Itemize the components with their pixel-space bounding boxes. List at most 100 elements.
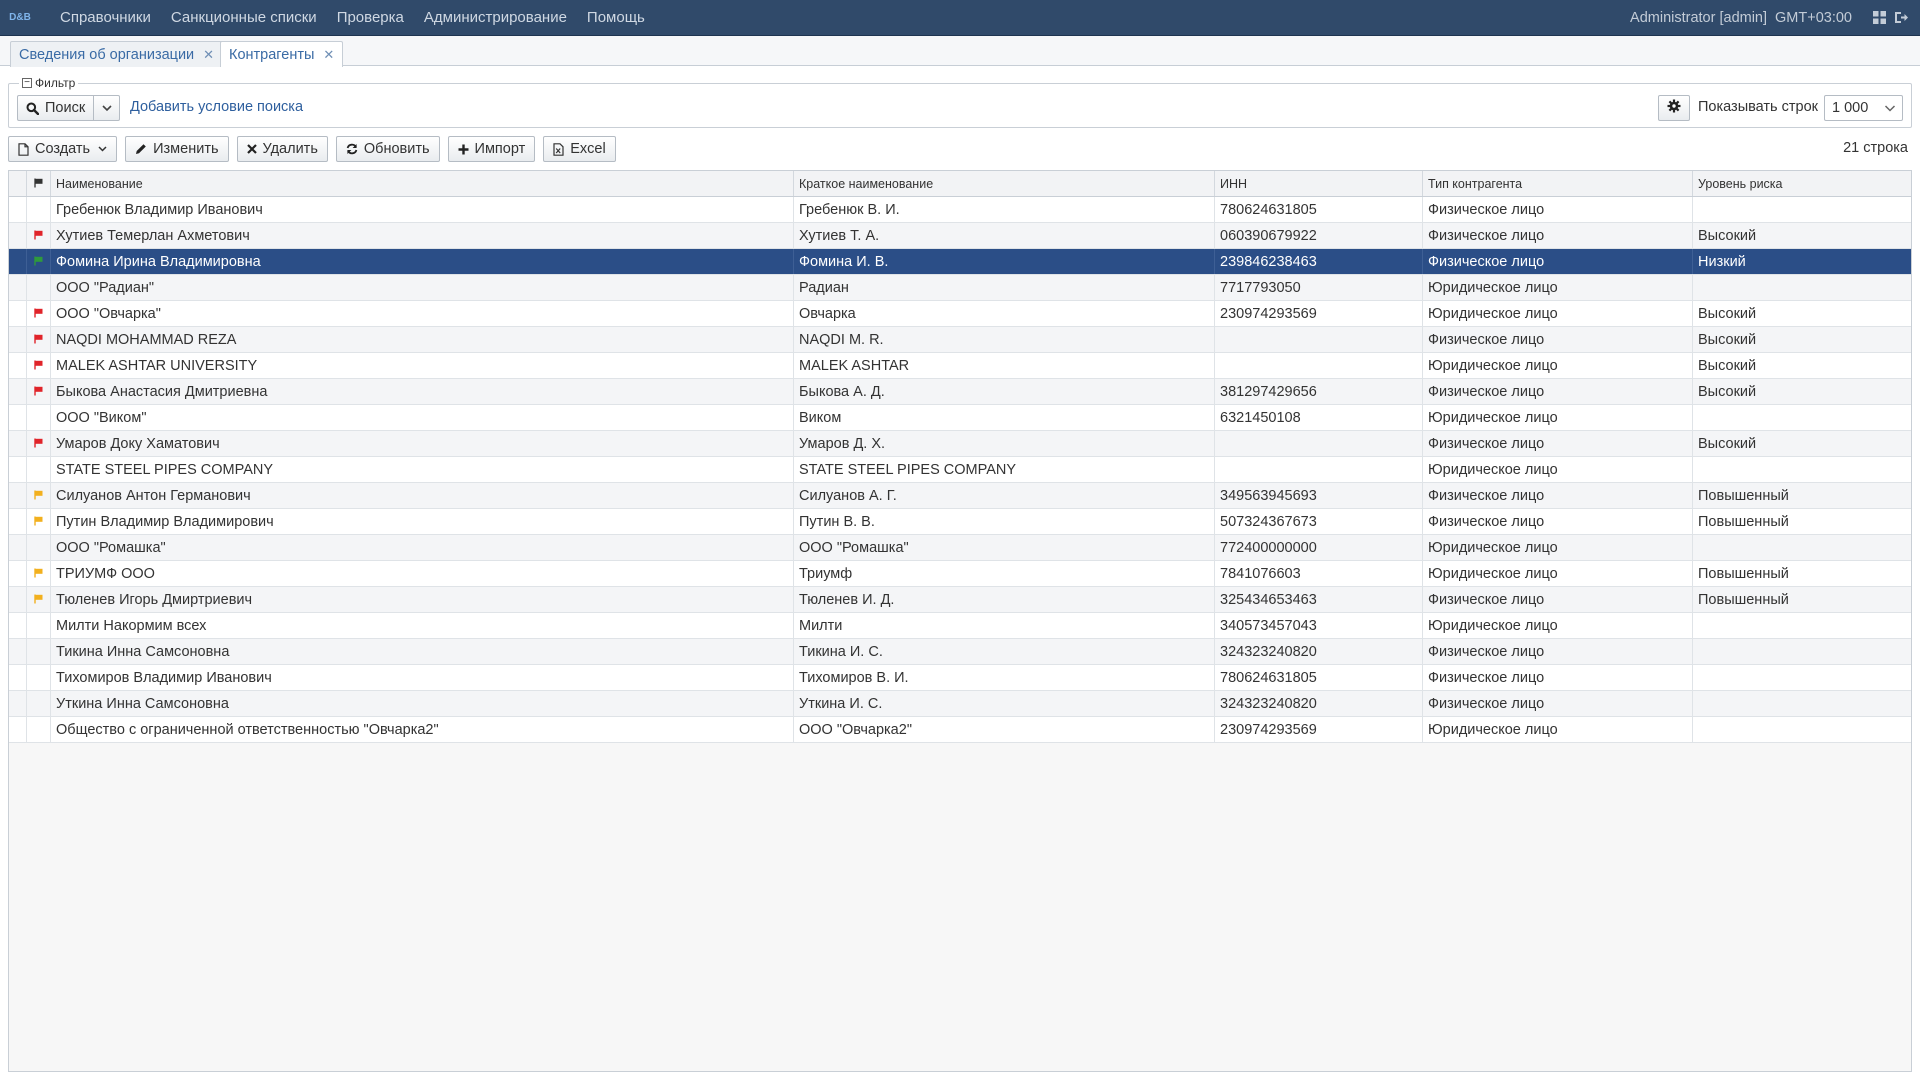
row-selector-cell[interactable]	[9, 639, 27, 664]
filter-legend[interactable]: − Фильтр	[19, 76, 79, 90]
search-dropdown-button[interactable]	[94, 95, 121, 121]
settings-button[interactable]	[1658, 95, 1690, 121]
table-row[interactable]: Тюленев Игорь Дмиртриевич Тюленев И. Д. 32…	[9, 587, 1911, 613]
header-name[interactable]: Наименование	[51, 171, 794, 196]
flag-icon	[34, 587, 43, 612]
rows-per-page-select[interactable]: 1 000	[1824, 95, 1903, 121]
row-selector-cell[interactable]	[9, 431, 27, 456]
tab-organization-info[interactable]: Сведения об организации ✕	[10, 41, 224, 67]
table-row[interactable]: Хутиев Темерлан Ахметович Хутиев Т. А. 060…	[9, 223, 1911, 249]
row-selector-cell[interactable]	[9, 197, 27, 222]
table-row[interactable]: NAQDI MOHAMMAD REZA NAQDI M. R. Физическое…	[9, 327, 1911, 353]
cell-short-name: ООО "Овчарка2"	[794, 717, 1215, 742]
table-row[interactable]: Путин Владимир Владимирович Путин В. В. 50…	[9, 509, 1911, 535]
row-selector-cell[interactable]	[9, 509, 27, 534]
row-selector-cell[interactable]	[9, 223, 27, 248]
table-row[interactable]: Быкова Анастасия Дмитриевна Быкова А. Д. 3…	[9, 379, 1911, 405]
header-short-name[interactable]: Краткое наименование	[794, 171, 1215, 196]
cell-name: ООО "Радиан"	[51, 275, 794, 300]
row-selector-cell[interactable]	[9, 379, 27, 404]
row-selector-cell[interactable]	[9, 457, 27, 482]
collapse-icon[interactable]: −	[22, 78, 32, 88]
menu-directories[interactable]: Справочники	[50, 0, 161, 36]
table-row[interactable]: ООО "Виком" Виком 6321450108 Юридическое ли…	[9, 405, 1911, 431]
close-icon[interactable]: ✕	[203, 47, 214, 63]
row-selector-cell[interactable]	[9, 587, 27, 612]
row-selector-cell[interactable]	[9, 405, 27, 430]
row-selector-cell[interactable]	[9, 275, 27, 300]
cell-counterparty-type: Физическое лицо	[1423, 483, 1693, 508]
create-button[interactable]: Создать	[8, 136, 118, 162]
cell-risk-level	[1693, 457, 1911, 482]
header-counterparty-type[interactable]: Тип контрагента	[1423, 171, 1693, 196]
flag-icon	[34, 301, 43, 326]
table-row[interactable]: Силуанов Антон Германович Силуанов А. Г. 3…	[9, 483, 1911, 509]
table-row[interactable]: ТРИУМФ ООО Триумф 7841076603 Юридическое ли…	[9, 561, 1911, 587]
table-row[interactable]: ООО "Овчарка" Овчарка 230974293569 Юридичес…	[9, 301, 1911, 327]
search-button[interactable]: Поиск	[17, 95, 95, 121]
cell-risk-level: Высокий	[1698, 358, 1757, 374]
edit-button[interactable]: Изменить	[125, 136, 229, 162]
search-label: Поиск	[45, 100, 86, 116]
table-row[interactable]: STATE STEEL PIPES COMPANY STATE STEEL PIP…	[9, 457, 1911, 483]
row-selector-cell[interactable]	[9, 535, 27, 560]
tab-counterparties[interactable]: Контрагенты ✕	[220, 41, 344, 67]
cell-name: ТРИУМФ ООО	[51, 561, 794, 586]
cell-short-name: STATE STEEL PIPES COMPANY	[794, 457, 1215, 482]
table-row[interactable]: ООО "Ромашка" ООО "Ромашка" 772400000000 Юр…	[9, 535, 1911, 561]
menu-help[interactable]: Помощь	[577, 0, 655, 36]
row-selector-cell[interactable]	[9, 249, 27, 274]
row-selector-cell[interactable]	[9, 561, 27, 586]
import-button[interactable]: Импорт	[447, 136, 536, 162]
refresh-button[interactable]: Обновить	[335, 136, 440, 162]
table-row[interactable]: Тикина Инна Самсоновна Тикина И. С. 324323…	[9, 639, 1911, 665]
excel-button[interactable]: Excel	[543, 136, 616, 162]
row-selector-cell[interactable]	[9, 717, 27, 742]
cell-counterparty-type: Юридическое лицо	[1423, 613, 1693, 638]
tab-label: Сведения об организации	[19, 46, 195, 63]
cell-short-name: Уткина И. С.	[794, 691, 1215, 716]
header-flag-column[interactable]	[27, 171, 51, 196]
table-row[interactable]: MALEK ASHTAR UNIVERSITY MALEK ASHTAR Юриди…	[9, 353, 1911, 379]
header-risk-level[interactable]: Уровень риска	[1693, 171, 1911, 196]
refresh-icon	[346, 143, 358, 155]
cell-name: STATE STEEL PIPES COMPANY	[51, 457, 794, 482]
table-row[interactable]: Общество с ограниченной ответственностью…	[9, 717, 1911, 743]
add-search-condition-link[interactable]: Добавить условие поиска	[130, 99, 303, 115]
table-row[interactable]: Фомина Ирина Владимировна Фомина И. В. 239…	[9, 249, 1911, 275]
row-selector-cell[interactable]	[9, 691, 27, 716]
flag-cell	[27, 587, 51, 612]
search-button-group: Поиск	[17, 95, 121, 121]
cell-name: Уткина Инна Самсоновна	[51, 691, 794, 716]
cell-risk-level	[1693, 613, 1911, 638]
table-row[interactable]: Милти Накормим всех Милти 340573457043 Юрид…	[9, 613, 1911, 639]
cell-counterparty-type: Юридическое лицо	[1423, 457, 1693, 482]
row-selector-cell[interactable]	[9, 353, 27, 378]
current-user[interactable]: Administrator [admin]	[1630, 10, 1767, 26]
close-icon[interactable]: ✕	[323, 47, 334, 63]
cell-counterparty-type: Юридическое лицо	[1423, 405, 1693, 430]
flag-icon	[34, 379, 43, 404]
cell-inn: 780624631805	[1215, 197, 1423, 222]
cell-short-name: Силуанов А. Г.	[794, 483, 1215, 508]
table-row[interactable]: Тихомиров Владимир Иванович Тихомиров В. …	[9, 665, 1911, 691]
delete-button[interactable]: Удалить	[236, 136, 328, 162]
table-row[interactable]: ООО "Радиан" Радиан 7717793050 Юридическое …	[9, 275, 1911, 301]
row-selector-cell[interactable]	[9, 483, 27, 508]
row-selector-cell[interactable]	[9, 665, 27, 690]
table-row[interactable]: Умаров Доку Хаматович Умаров Д. Х. Физичес…	[9, 431, 1911, 457]
row-selector-cell[interactable]	[9, 613, 27, 638]
flag-cell	[27, 509, 51, 534]
row-selector-cell[interactable]	[9, 301, 27, 326]
logout-icon[interactable]	[1894, 11, 1908, 25]
menu-check[interactable]: Проверка	[327, 0, 414, 36]
menu-administration[interactable]: Администрирование	[414, 0, 577, 36]
grid-icon[interactable]	[1872, 11, 1886, 25]
cell-risk-level	[1693, 405, 1911, 430]
table-row[interactable]: Уткина Инна Самсоновна Уткина И. С. 324323…	[9, 691, 1911, 717]
header-inn[interactable]: ИНН	[1215, 171, 1423, 196]
table-row[interactable]: Гребенюк Владимир Иванович Гребенюк В. И.…	[9, 197, 1911, 223]
row-selector-cell[interactable]	[9, 327, 27, 352]
app-logo[interactable]: D&B	[8, 6, 32, 30]
menu-sanction-lists[interactable]: Санкционные списки	[161, 0, 327, 36]
